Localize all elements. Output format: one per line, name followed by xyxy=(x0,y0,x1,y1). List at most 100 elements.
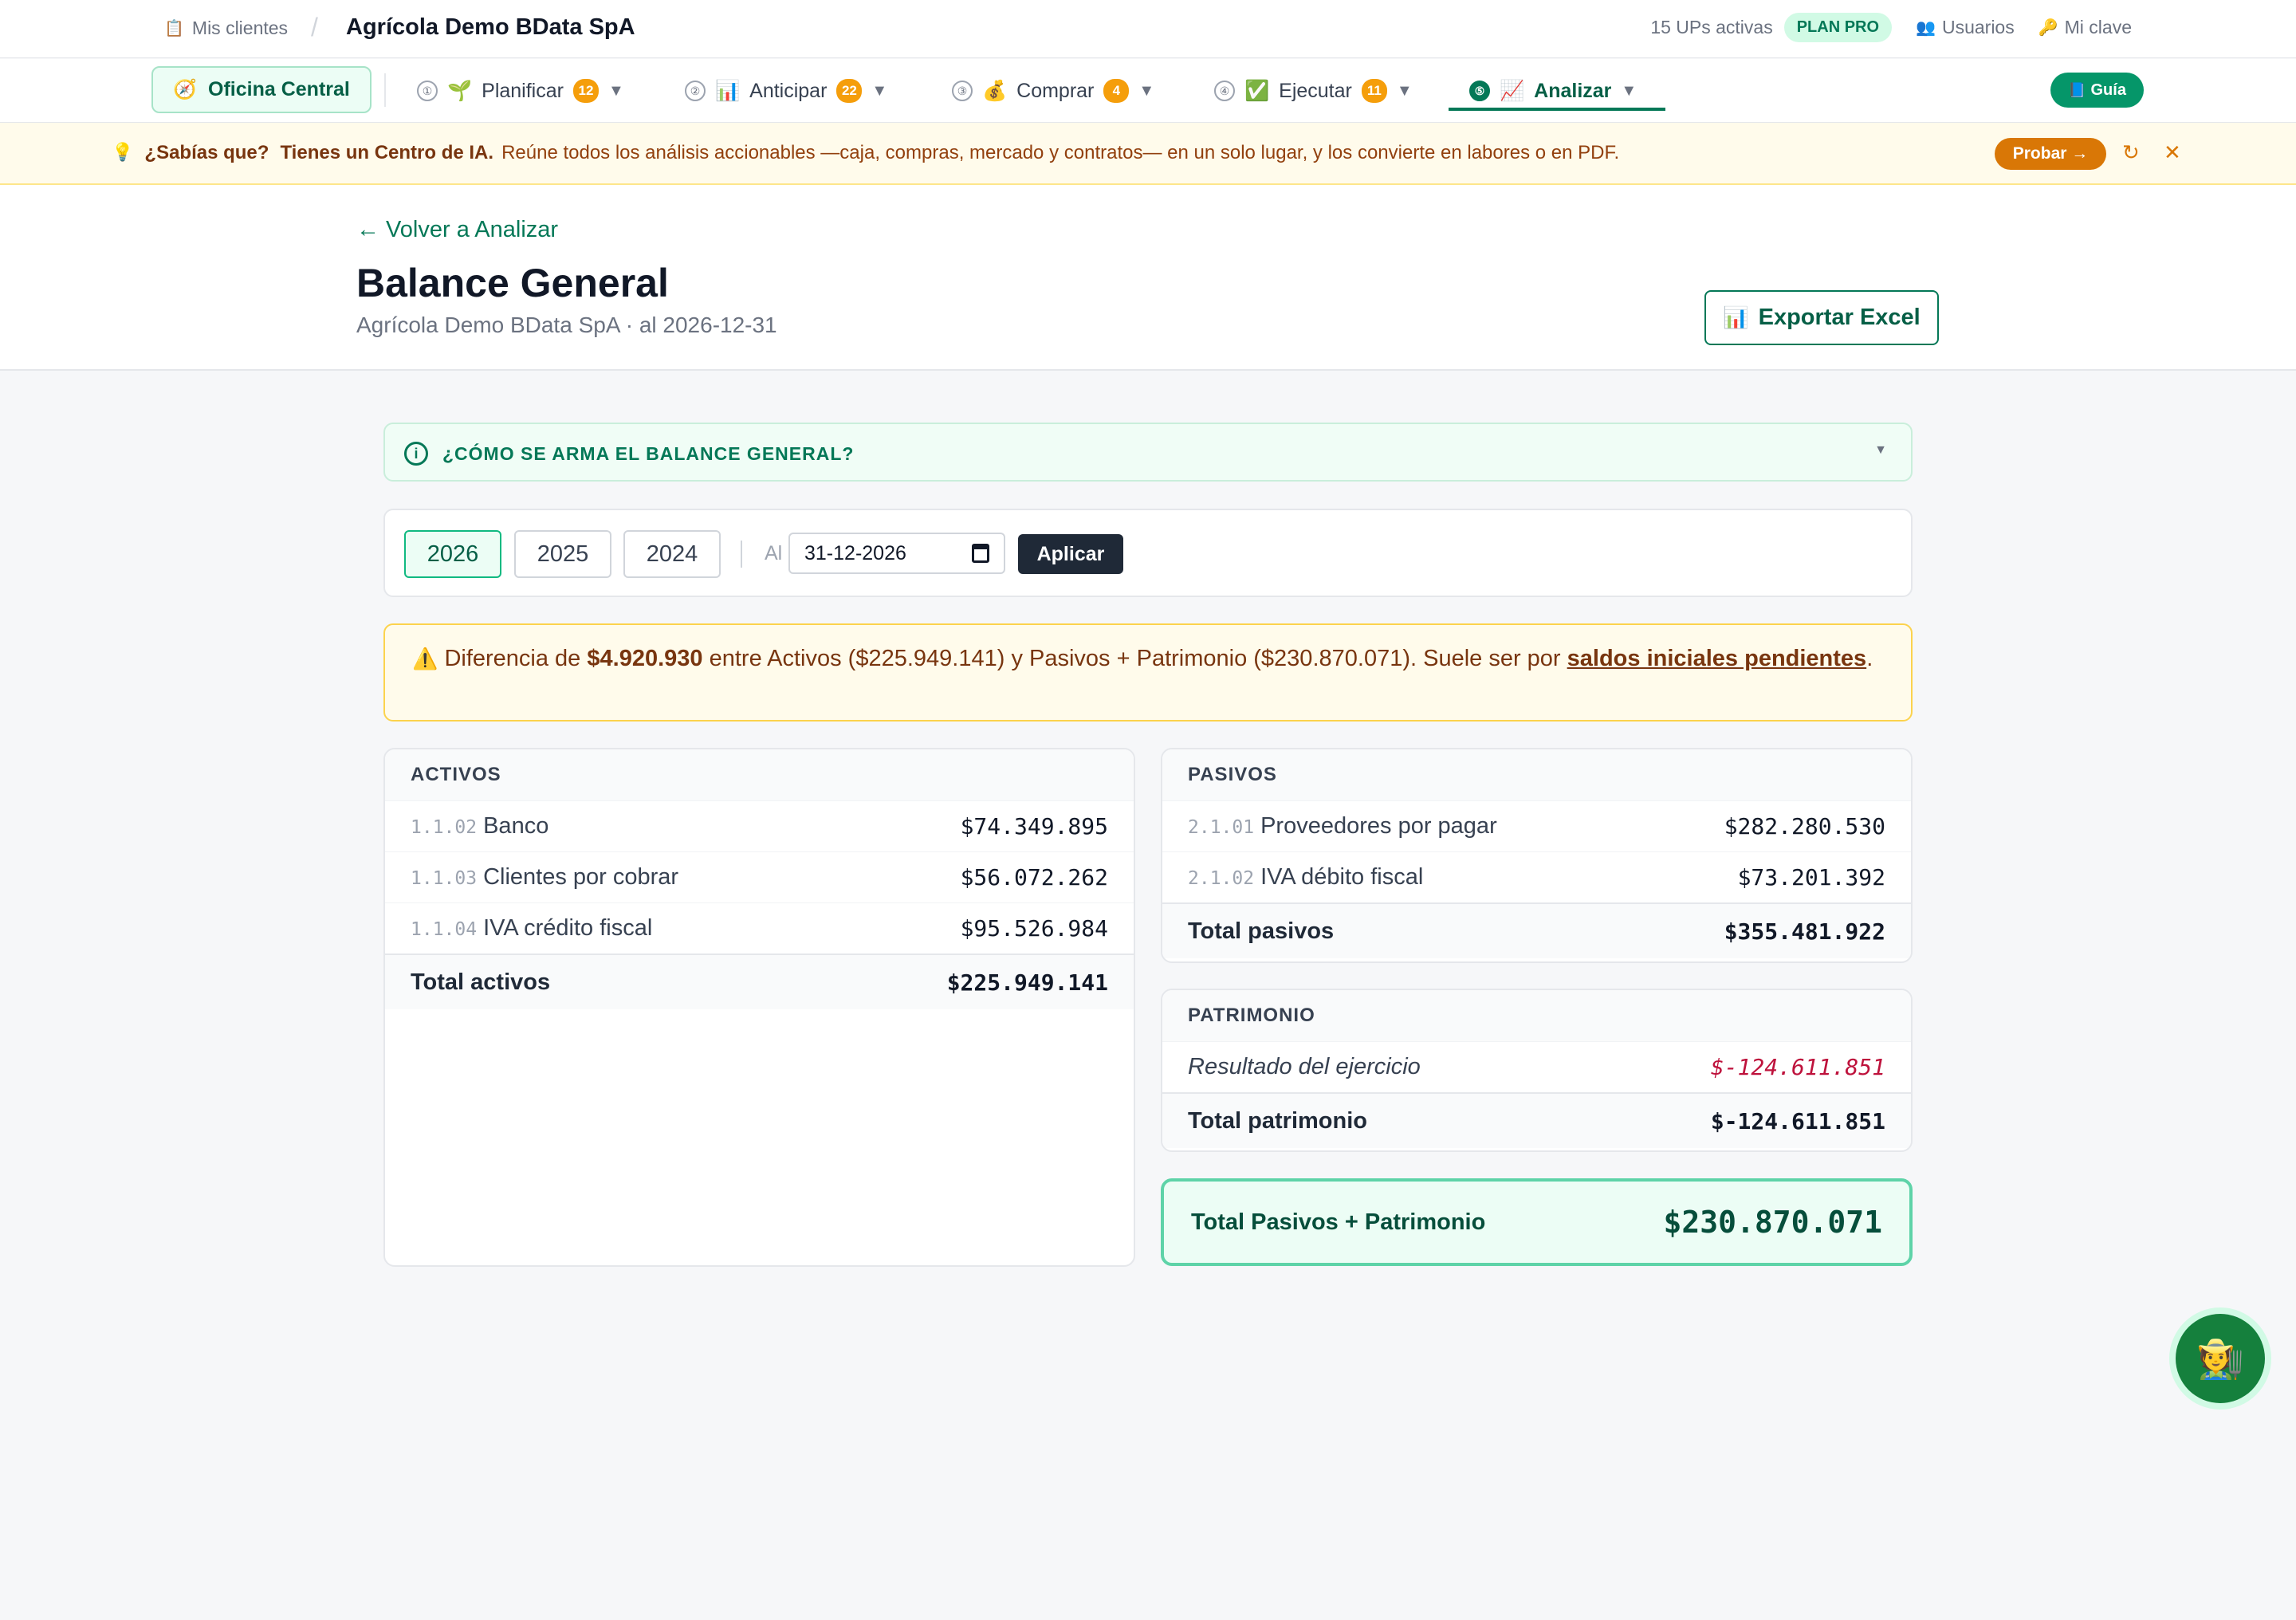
account-row: Resultado del ejercicio $-124.611.851 xyxy=(1162,1041,1911,1092)
tab-label: Analizar xyxy=(1534,79,1612,102)
tab-ejecutar[interactable]: ④ ✅ Ejecutar 11 ▼ xyxy=(1214,59,1413,123)
compass-icon: 🧭 xyxy=(173,79,198,100)
page-subtitle: Agrícola Demo BData SpA · al 2026-12-31 xyxy=(356,313,777,337)
grand-total-label: Total Pasivos + Patrimonio xyxy=(1191,1209,1486,1235)
total-amount: $355.481.922 xyxy=(1724,918,1885,945)
account-amount: $282.280.530 xyxy=(1724,813,1885,839)
tab-planificar[interactable]: ① 🌱 Planificar 12 ▼ xyxy=(417,59,624,123)
tab-label: Planificar xyxy=(482,79,564,102)
warning-icon: ⚠️ xyxy=(412,647,438,670)
assets-total-row: Total activos $225.949.141 xyxy=(385,954,1134,1009)
warning-middle: entre Activos ($225.949.141) y Pasivos +… xyxy=(709,646,1561,671)
assistant-button[interactable]: 🧑‍🌾 xyxy=(2176,1314,2265,1403)
checkbox-icon: ✅ xyxy=(1244,79,1270,102)
chevron-down-icon[interactable]: ▼ xyxy=(1397,82,1413,100)
tip-lead: Tienes un Centro de IA. xyxy=(280,142,494,163)
step-number: ① xyxy=(417,81,438,101)
export-label: Exportar Excel xyxy=(1758,305,1921,330)
equity-panel: PATRIMONIO Resultado del ejercicio $-124… xyxy=(1161,989,1913,1152)
warning-prefix: Diferencia de xyxy=(444,646,581,671)
export-excel-button[interactable]: 📊 Exportar Excel xyxy=(1704,290,1939,345)
account-amount: $56.072.262 xyxy=(960,864,1108,891)
calendar-icon[interactable] xyxy=(972,544,989,563)
account-amount: $73.201.392 xyxy=(1737,864,1885,891)
total-label: Total patrimonio xyxy=(1188,1107,1368,1134)
account-name: Clientes por cobrar xyxy=(483,864,679,890)
info-icon: i xyxy=(404,442,428,466)
filter-divider xyxy=(741,541,742,568)
total-amount: $-124.611.851 xyxy=(1710,1107,1885,1134)
page-header: ← Volver a Analizar Balance General Agrí… xyxy=(0,185,2296,371)
year-button-2025[interactable]: 2025 xyxy=(514,530,611,578)
account-amount: $95.526.984 xyxy=(960,915,1108,942)
account-code: 1.1.02 xyxy=(411,817,478,838)
year-button-2024[interactable]: 2024 xyxy=(623,530,721,578)
equity-total-row: Total patrimonio $-124.611.851 xyxy=(1162,1092,1911,1148)
tab-analizar[interactable]: ⑤ 📈 Analizar ▼ xyxy=(1469,59,1637,123)
count-badge: 22 xyxy=(836,79,863,103)
seedling-icon: 🌱 xyxy=(447,79,473,102)
apply-button[interactable]: Aplicar xyxy=(1018,534,1123,574)
account-code: 2.1.02 xyxy=(1188,868,1255,889)
account-row: 1.1.02 Banco $74.349.895 xyxy=(385,800,1134,851)
chevron-down-icon[interactable]: ▼ xyxy=(1138,82,1154,100)
step-number: ⑤ xyxy=(1469,81,1490,101)
count-badge: 12 xyxy=(572,79,599,103)
active-ups-count: 15 UPs activas xyxy=(1650,17,1773,37)
password-link[interactable]: 🔑 Mi clave xyxy=(2038,17,2132,38)
tab-anticipar[interactable]: ② 📊 Anticipar 22 ▼ xyxy=(685,59,887,123)
total-label: Total pasivos xyxy=(1188,918,1335,944)
chevron-down-icon[interactable]: ▼ xyxy=(608,82,624,100)
account-amount: $74.349.895 xyxy=(960,813,1108,839)
account-row: 1.1.04 IVA crédito fiscal $95.526.984 xyxy=(385,902,1134,954)
opening-balances-link[interactable]: saldos iniciales pendientes xyxy=(1567,646,1867,671)
liabilities-panel: PASIVOS 2.1.01 Proveedores por pagar $282… xyxy=(1161,748,1913,963)
account-name: Resultado del ejercicio xyxy=(1188,1054,1421,1079)
try-button[interactable]: Probar → xyxy=(1995,138,2106,170)
office-label: Oficina Central xyxy=(208,78,350,100)
company-name: Agrícola Demo BData SpA xyxy=(346,14,635,40)
equity-title: PATRIMONIO xyxy=(1162,990,1911,1041)
tab-comprar[interactable]: ③ 💰 Comprar 4 ▼ xyxy=(952,59,1154,123)
active-tab-indicator xyxy=(1449,108,1665,111)
count-badge: 11 xyxy=(1361,79,1387,103)
account-name: Banco xyxy=(483,813,549,839)
spreadsheet-icon: 📊 xyxy=(1723,305,1749,329)
farmer-icon: 🧑‍🌾 xyxy=(2196,1338,2244,1381)
close-icon[interactable]: ✕ xyxy=(2164,140,2181,165)
assets-panel: ACTIVOS 1.1.02 Banco $74.349.895 1.1.03 Cl… xyxy=(383,748,1135,1267)
trend-chart-icon: 📈 xyxy=(1500,79,1525,102)
tab-label: Ejecutar xyxy=(1279,79,1352,102)
chevron-down-icon[interactable]: ▼ xyxy=(871,82,887,100)
clipboard-icon: 📋 xyxy=(164,20,184,37)
nav-divider xyxy=(384,73,386,107)
users-icon: 👥 xyxy=(1916,19,1936,37)
guide-label: Guía xyxy=(2090,81,2126,99)
chevron-down-icon: ▼ xyxy=(1874,443,1887,457)
refresh-icon[interactable]: ↻ xyxy=(2122,140,2140,165)
page-title: Balance General xyxy=(356,261,669,305)
back-link[interactable]: ← Volver a Analizar xyxy=(356,217,558,243)
lightbulb-icon: 💡 xyxy=(112,142,134,162)
book-icon: 📘 xyxy=(2068,81,2086,98)
users-label: Usuarios xyxy=(1941,17,2015,37)
step-number: ③ xyxy=(952,81,973,101)
total-amount: $225.949.141 xyxy=(946,969,1108,996)
tip-banner: 💡 ¿Sabías que? Tienes un Centro de IA. R… xyxy=(0,123,2296,185)
chevron-down-icon[interactable]: ▼ xyxy=(1621,82,1637,100)
money-bag-icon: 💰 xyxy=(982,79,1008,102)
account-row: 2.1.02 IVA débito fiscal $73.201.392 xyxy=(1162,851,1911,902)
breadcrumb-separator: / xyxy=(311,13,318,41)
password-label: Mi clave xyxy=(2064,17,2132,37)
year-button-2026[interactable]: 2026 xyxy=(404,530,501,578)
date-input[interactable]: 31-12-2026 xyxy=(788,533,1005,574)
office-button[interactable]: 🧭 Oficina Central xyxy=(151,66,372,113)
guide-button[interactable]: 📘 Guía xyxy=(2050,73,2144,108)
tab-label: Comprar xyxy=(1016,79,1095,102)
howto-accordion[interactable]: i ¿CÓMO SE ARMA EL BALANCE GENERAL? ▼ xyxy=(383,423,1913,482)
clients-link[interactable]: 📋 Mis clientes xyxy=(164,18,288,39)
account-row: 1.1.03 Clientes por cobrar $56.072.262 xyxy=(385,851,1134,902)
tab-label: Anticipar xyxy=(749,79,828,102)
clients-label: Mis clientes xyxy=(191,18,289,38)
users-link[interactable]: 👥 Usuarios xyxy=(1916,17,2015,38)
